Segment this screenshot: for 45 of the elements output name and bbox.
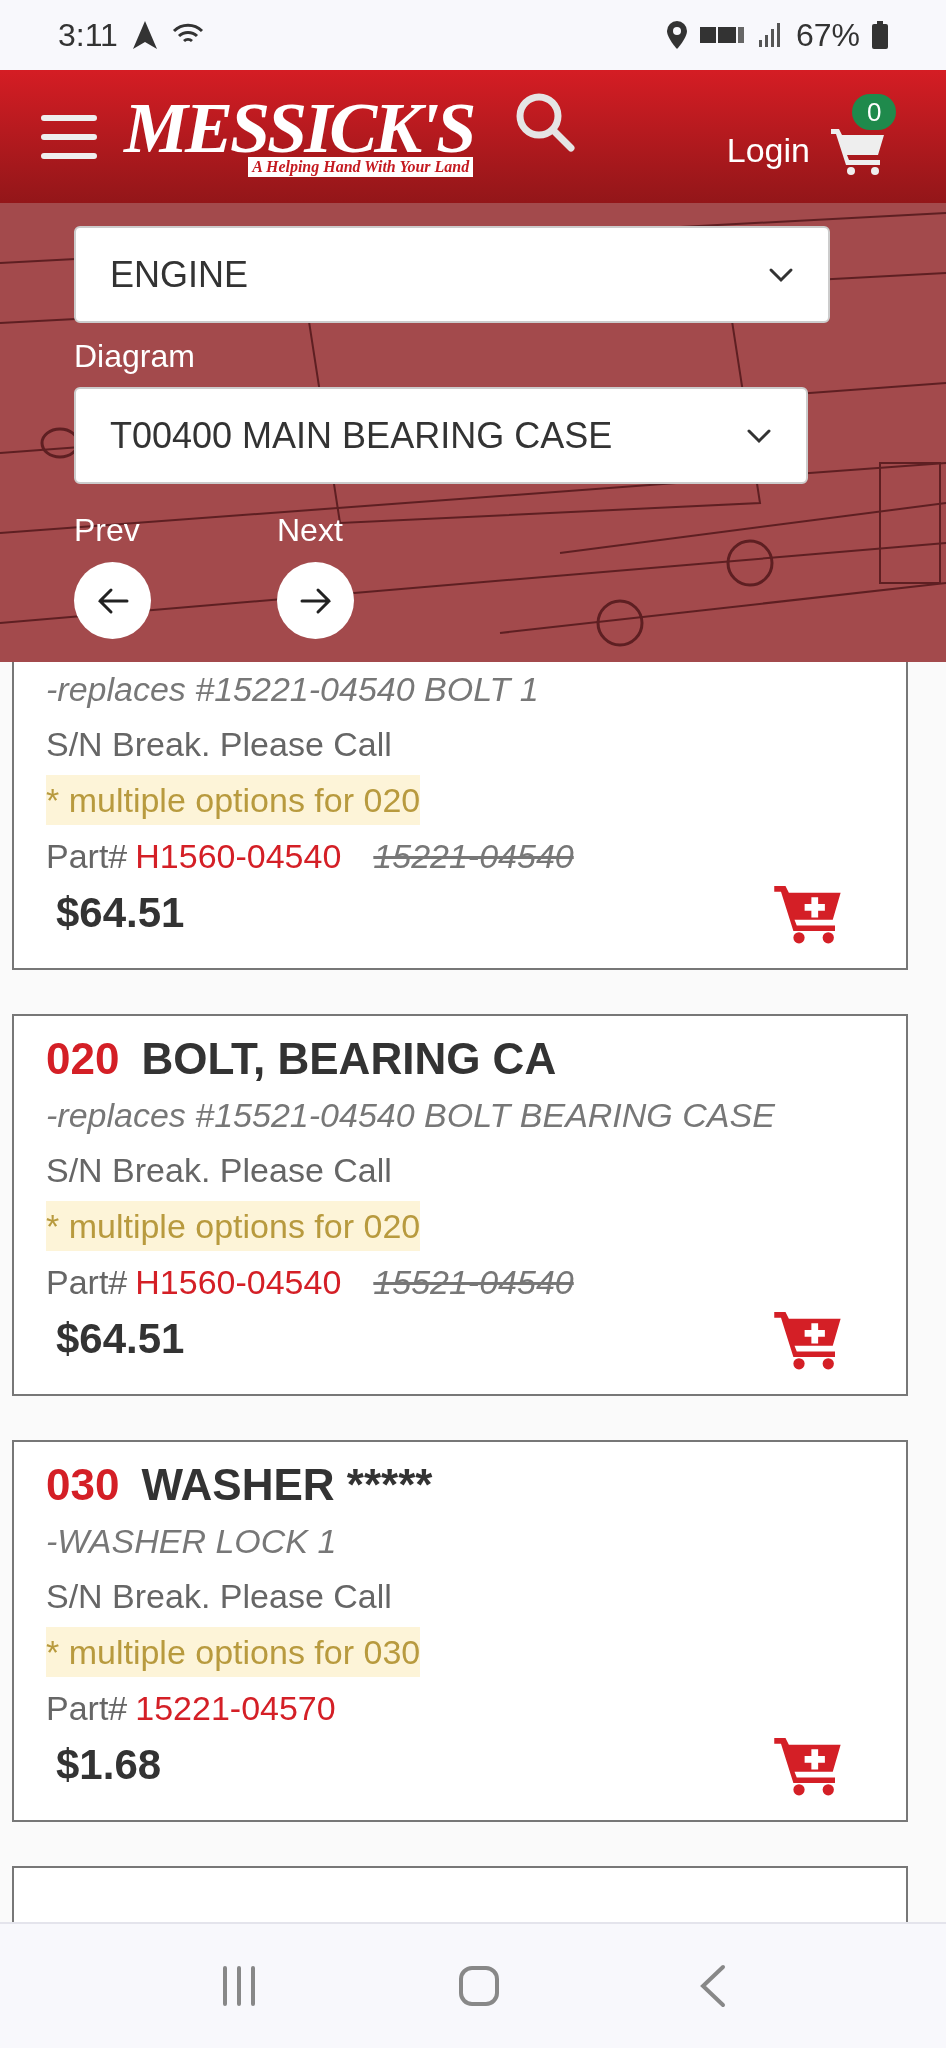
part-label: Part#: [46, 835, 128, 877]
chevron-down-icon: [768, 266, 794, 283]
old-part-number: 15221-04540: [373, 835, 574, 877]
chevron-down-icon: [746, 427, 772, 444]
cart-count-badge: 0: [852, 93, 897, 130]
part-number-link[interactable]: H1560-04540: [135, 830, 342, 882]
part-label: Part#: [46, 1687, 128, 1729]
part-name: WASHER *****: [141, 1463, 433, 1507]
logo-wordmark: MESSICK'S: [124, 96, 474, 159]
login-link[interactable]: Login: [726, 125, 810, 176]
part-label: Part#: [46, 1261, 128, 1303]
options-notice: * multiple options for 020: [46, 774, 421, 825]
battery-icon: [872, 21, 888, 49]
serial-note: S/N Break. Please Call: [46, 724, 393, 765]
back-icon[interactable]: [698, 1964, 727, 2008]
item-reference-number: 020: [46, 1037, 120, 1081]
serial-note: S/N Break. Please Call: [46, 1150, 393, 1191]
category-select[interactable]: ENGINE: [74, 226, 830, 323]
replacement-note: -replaces #15521-04540 BOLT BEARING CASE: [46, 1095, 776, 1136]
price: $1.68: [56, 1740, 162, 1790]
home-icon[interactable]: [458, 1965, 500, 2007]
location-icon: [665, 20, 688, 50]
prev-label: Prev: [74, 511, 141, 550]
price: $64.51: [56, 888, 185, 938]
item-reference-number: 030: [46, 1463, 120, 1507]
diagram-select[interactable]: T00400 MAIN BEARING CASE: [74, 387, 808, 484]
navigation-icon: [131, 20, 158, 50]
replacement-note: -replaces #15221-04540 BOLT 1: [46, 669, 540, 710]
options-notice: * multiple options for 030: [46, 1626, 421, 1677]
clock: 3:11: [58, 16, 118, 55]
battery-percentage: 67%: [795, 16, 860, 55]
arrow-right-icon: [299, 586, 332, 615]
old-part-number: 15521-04540: [373, 1261, 574, 1303]
diagram-label: Diagram: [74, 337, 196, 376]
next-label: Next: [277, 511, 344, 550]
part-number-link[interactable]: H1560-04540: [135, 1256, 342, 1308]
replacement-note: -WASHER LOCK 1: [46, 1521, 338, 1562]
options-notice: * multiple options for 020: [46, 1200, 421, 1251]
part-number-link[interactable]: 15221-04570: [135, 1682, 336, 1734]
serial-note: S/N Break. Please Call: [46, 1576, 393, 1617]
part-name: BOLT, BEARING CA: [141, 1037, 557, 1081]
menu-icon[interactable]: [40, 113, 98, 160]
logo-tagline: A Helping Hand With Your Land: [248, 156, 474, 177]
price: $64.51: [56, 1314, 185, 1364]
arrow-left-icon: [96, 586, 129, 615]
